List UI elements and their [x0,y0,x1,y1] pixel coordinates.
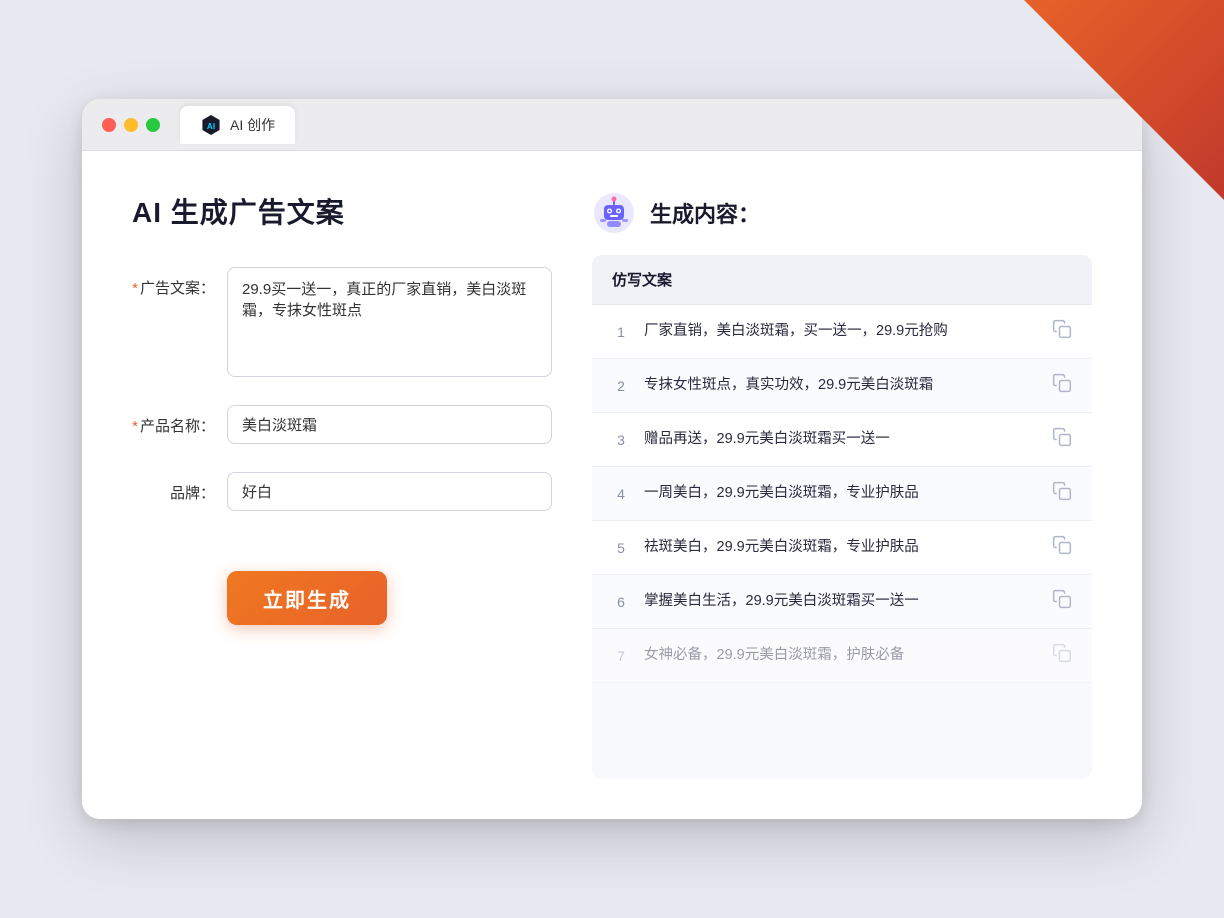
product-label: *产品名称： [132,405,227,436]
page-title: AI 生成广告文案 [132,191,552,231]
copy-icon[interactable] [1052,643,1072,668]
result-item: 6 掌握美白生活，29.9元美白淡斑霜买一送一 [592,575,1092,629]
ad-copy-label: *广告文案： [132,267,227,298]
copy-icon[interactable] [1052,373,1072,398]
result-text: 赠品再送，29.9元美白淡斑霜买一送一 [644,429,1038,451]
result-item: 4 一周美白，29.9元美白淡斑霜，专业护肤品 [592,467,1092,521]
minimize-button[interactable] [124,118,138,132]
brand-label: 品牌： [132,472,227,503]
tab-label: AI 创作 [230,115,275,135]
copy-icon[interactable] [1052,427,1072,452]
brand-input[interactable] [227,472,552,511]
product-name-row: *产品名称： [132,405,552,444]
close-button[interactable] [102,118,116,132]
result-number: 5 [612,540,630,556]
generate-button[interactable]: 立即生成 [227,571,387,625]
result-text: 一周美白，29.9元美白淡斑霜，专业护肤品 [644,483,1038,505]
left-panel: AI 生成广告文案 *广告文案： *产品名称： 品牌： 立 [132,191,552,779]
product-name-input[interactable] [227,405,552,444]
copy-icon[interactable] [1052,589,1072,614]
ad-copy-input[interactable] [227,267,552,377]
copy-icon[interactable] [1052,481,1072,506]
result-text: 女神必备，29.9元美白淡斑霜，护肤必备 [644,645,1038,667]
result-item: 7 女神必备，29.9元美白淡斑霜，护肤必备 [592,629,1092,683]
result-text: 祛斑美白，29.9元美白淡斑霜，专业护肤品 [644,537,1038,559]
ad-copy-row: *广告文案： [132,267,552,377]
right-title: 生成内容： [650,197,760,229]
result-item: 1 厂家直销，美白淡斑霜，买一送一，29.9元抢购 [592,305,1092,359]
result-number: 2 [612,378,630,394]
svg-text:AI: AI [207,122,215,131]
result-text: 厂家直销，美白淡斑霜，买一送一，29.9元抢购 [644,321,1038,343]
result-number: 6 [612,594,630,610]
active-tab[interactable]: AI AI 创作 [180,106,295,144]
brand-row: 品牌： [132,472,552,511]
browser-titlebar: AI AI 创作 [82,99,1142,151]
copy-icon[interactable] [1052,535,1072,560]
browser-window: AI AI 创作 AI 生成广告文案 *广告文案： *产品名称： [82,99,1142,819]
robot-icon [592,191,636,235]
result-text: 专抹女性斑点，真实功效，29.9元美白淡斑霜 [644,375,1038,397]
browser-content: AI 生成广告文案 *广告文案： *产品名称： 品牌： 立 [82,151,1142,819]
results-list: 1 厂家直销，美白淡斑霜，买一送一，29.9元抢购 2 专抹女性斑点，真实功效，29.… [592,305,1092,779]
right-header: 生成内容： [592,191,1092,235]
maximize-button[interactable] [146,118,160,132]
result-item: 2 专抹女性斑点，真实功效，29.9元美白淡斑霜 [592,359,1092,413]
result-text: 掌握美白生活，29.9元美白淡斑霜买一送一 [644,591,1038,613]
result-number: 7 [612,648,630,664]
ai-tab-icon: AI [200,114,222,136]
copy-icon[interactable] [1052,319,1072,344]
results-header: 仿写文案 [592,255,1092,305]
traffic-lights [102,118,160,132]
result-number: 1 [612,324,630,340]
product-required: * [132,418,138,435]
result-item: 3 赠品再送，29.9元美白淡斑霜买一送一 [592,413,1092,467]
results-container: 仿写文案 1 厂家直销，美白淡斑霜，买一送一，29.9元抢购 2 专抹女性斑点，真实功… [592,255,1092,779]
right-panel: 生成内容： 仿写文案 1 厂家直销，美白淡斑霜，买一送一，29.9元抢购 2 专抹女性… [592,191,1092,779]
ad-copy-required: * [132,280,138,297]
result-number: 4 [612,486,630,502]
result-item: 5 祛斑美白，29.9元美白淡斑霜，专业护肤品 [592,521,1092,575]
result-number: 3 [612,432,630,448]
